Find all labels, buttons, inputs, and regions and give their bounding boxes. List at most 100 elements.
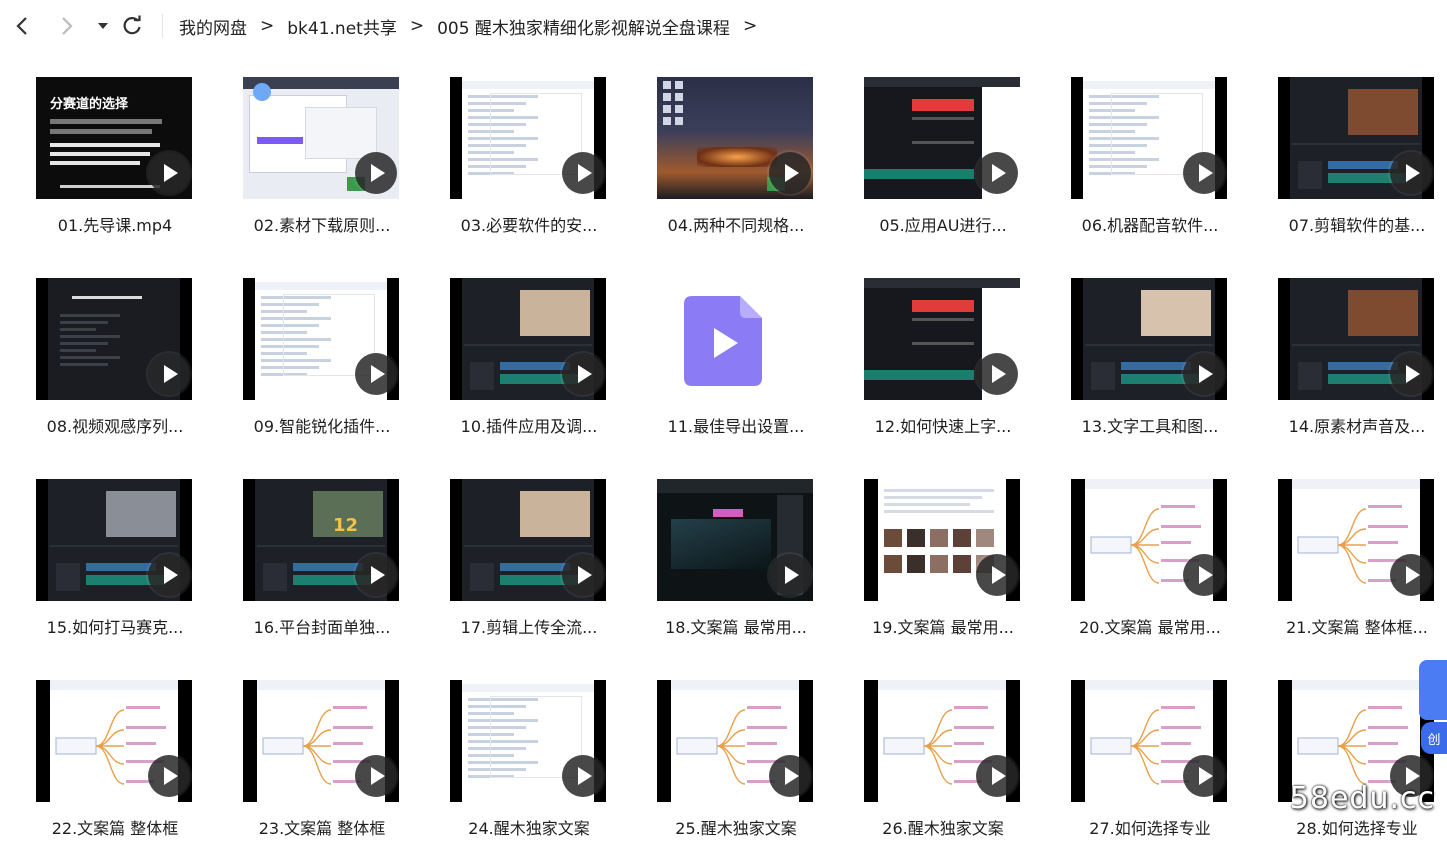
video-thumbnail <box>450 278 606 400</box>
file-tile[interactable]: 10.插件应用及调... <box>437 278 607 458</box>
play-icon <box>355 554 397 596</box>
video-thumbnail <box>1071 479 1227 601</box>
play-icon <box>976 554 1018 596</box>
video-thumbnail <box>36 680 192 802</box>
file-tile[interactable]: 22.文案篇 整体框 <box>23 680 193 860</box>
file-tile[interactable]: 05.应用AU进行... <box>851 77 1021 257</box>
video-thumbnail <box>1278 278 1434 400</box>
video-thumbnail <box>864 680 1020 802</box>
file-tile[interactable]: 03.必要软件的安... <box>437 77 607 257</box>
file-tile[interactable]: 14.原素材声音及... <box>1265 278 1435 458</box>
file-name: 17.剪辑上传全流... <box>460 618 598 637</box>
file-tile[interactable]: 21.文案篇 整体框... <box>1265 479 1435 659</box>
play-icon <box>976 755 1018 797</box>
video-thumbnail: 分赛道的选择 <box>36 77 192 199</box>
play-icon <box>562 554 604 596</box>
file-tile[interactable]: 13.文字工具和图... <box>1058 278 1228 458</box>
file-name: 18.文案篇 最常用... <box>665 618 807 637</box>
file-name: 12.如何快速上字... <box>874 417 1012 436</box>
file-tile[interactable]: 25.醒木独家文案 <box>644 680 814 860</box>
file-tile[interactable]: 28.如何选择专业 <box>1265 680 1435 860</box>
video-thumbnail <box>243 278 399 400</box>
video-thumbnail <box>657 77 813 199</box>
play-icon <box>148 755 190 797</box>
play-icon <box>148 353 190 395</box>
watermark: 58edu.cc <box>1289 781 1435 816</box>
play-icon <box>1183 554 1225 596</box>
video-thumbnail <box>1278 479 1434 601</box>
play-icon <box>562 755 604 797</box>
file-name: 11.最佳导出设置... <box>667 417 805 436</box>
file-name: 07.剪辑软件的基... <box>1288 216 1426 235</box>
play-icon <box>562 152 604 194</box>
file-tile[interactable]: 27.如何选择专业 <box>1058 680 1228 860</box>
play-icon <box>1390 554 1432 596</box>
file-name: 24.醒木独家文案 <box>468 819 590 838</box>
file-tile[interactable]: 02.素材下载原则... <box>230 77 400 257</box>
play-icon <box>1183 755 1225 797</box>
file-tile[interactable]: 18.文案篇 最常用... <box>644 479 814 659</box>
play-icon <box>769 755 811 797</box>
file-tile[interactable]: 24.醒木独家文案 <box>437 680 607 860</box>
file-tile[interactable]: 04.两种不同规格... <box>644 77 814 257</box>
file-name: 25.醒木独家文案 <box>675 819 797 838</box>
play-icon <box>769 152 811 194</box>
play-icon <box>562 353 604 395</box>
file-name: 01.先导课.mp4 <box>57 216 173 235</box>
file-name: 13.文字工具和图... <box>1081 417 1219 436</box>
video-thumbnail <box>36 479 192 601</box>
video-thumbnail: 12 <box>243 479 399 601</box>
file-name: 21.文案篇 整体框... <box>1286 618 1428 637</box>
video-thumbnail <box>243 77 399 199</box>
file-tile[interactable]: 12 16.平台封面单独... <box>230 479 400 659</box>
video-thumbnail <box>1071 680 1227 802</box>
file-name: 03.必要软件的安... <box>460 216 598 235</box>
file-name: 05.应用AU进行... <box>879 216 1007 235</box>
file-tile[interactable]: 26.醒木独家文案 <box>851 680 1021 860</box>
file-tile[interactable]: 07.剪辑软件的基... <box>1265 77 1435 257</box>
play-icon <box>976 353 1018 395</box>
side-tab[interactable]: 创 <box>1421 722 1447 754</box>
file-tile[interactable]: 17.剪辑上传全流... <box>437 479 607 659</box>
video-thumbnail <box>864 278 1020 400</box>
video-file-icon <box>684 296 764 390</box>
file-name: 02.素材下载原则... <box>253 216 391 235</box>
video-thumbnail <box>1071 278 1227 400</box>
play-icon <box>355 755 397 797</box>
thumbnail-number: 12 <box>333 515 359 536</box>
video-thumbnail <box>450 680 606 802</box>
play-icon <box>1183 152 1225 194</box>
floating-assistant-widget[interactable] <box>1419 660 1447 720</box>
file-name: 08.视频观感序列... <box>46 417 184 436</box>
video-thumbnail <box>450 77 606 199</box>
file-tile[interactable]: 15.如何打马赛克... <box>23 479 193 659</box>
file-name: 22.文案篇 整体框 <box>51 819 179 838</box>
play-icon <box>148 554 190 596</box>
file-name: 16.平台封面单独... <box>253 618 391 637</box>
file-tile[interactable]: 12.如何快速上字... <box>851 278 1021 458</box>
play-icon <box>1183 353 1225 395</box>
file-tile[interactable]: 09.智能锐化插件... <box>230 278 400 458</box>
file-name: 23.文案篇 整体框 <box>258 819 386 838</box>
file-tile[interactable]: 06.机器配音软件... <box>1058 77 1228 257</box>
video-thumbnail <box>1278 77 1434 199</box>
video-thumbnail <box>864 77 1020 199</box>
video-thumbnail <box>1071 77 1227 199</box>
file-tile[interactable]: 23.文案篇 整体框 <box>230 680 400 860</box>
video-thumbnail <box>450 479 606 601</box>
file-tile[interactable]: 08.视频观感序列... <box>23 278 193 458</box>
play-icon <box>355 152 397 194</box>
file-tile[interactable]: 19.文案篇 最常用... <box>851 479 1021 659</box>
play-icon <box>1390 152 1432 194</box>
file-name: 28.如何选择专业 <box>1296 819 1418 838</box>
play-icon <box>148 152 190 194</box>
play-icon <box>769 554 811 596</box>
file-name: 04.两种不同规格... <box>667 216 805 235</box>
file-name: 20.文案篇 最常用... <box>1079 618 1221 637</box>
video-thumbnail <box>657 479 813 601</box>
file-tile[interactable]: 分赛道的选择 01.先导课.mp4 <box>23 77 193 257</box>
file-tile[interactable]: 20.文案篇 最常用... <box>1058 479 1228 659</box>
file-grid: 分赛道的选择 01.先导课.mp4 02.素材下载原则... 03.必要软件的安...… <box>0 0 1447 838</box>
file-tile[interactable]: 11.最佳导出设置... <box>644 278 814 458</box>
play-icon <box>1390 353 1432 395</box>
